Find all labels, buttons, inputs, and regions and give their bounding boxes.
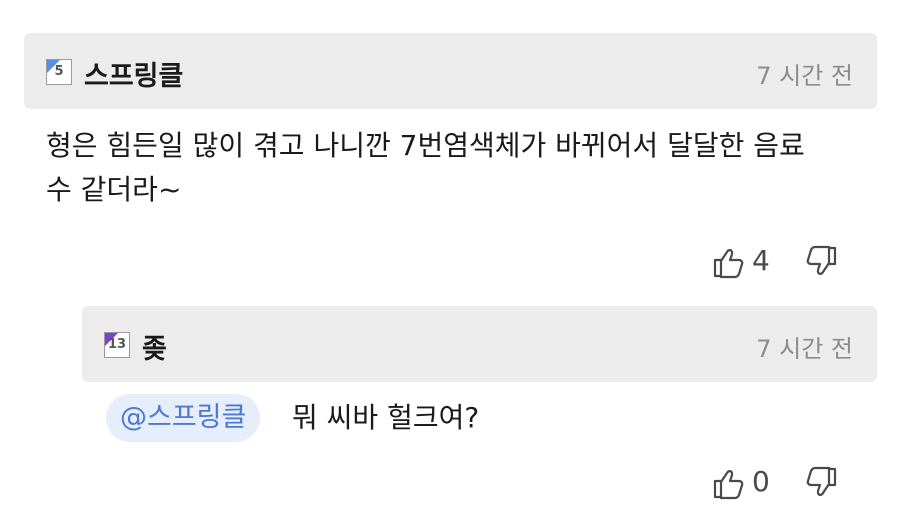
like-count: 0 xyxy=(752,465,770,498)
author-name[interactable]: 좆 xyxy=(142,327,167,366)
reply-body: 뭐 씨바 헐크여? xyxy=(292,401,480,434)
thumbs-down-icon[interactable] xyxy=(804,465,838,501)
like-count: 4 xyxy=(752,244,770,277)
level-badge: 5 xyxy=(46,59,72,85)
author-name[interactable]: 스프링클 xyxy=(84,54,183,93)
thumbs-up-icon[interactable] xyxy=(712,465,746,501)
comment-body: 형은 힘든일 많이 겪고 나니깐 7번염색체가 바뀌어서 달달한 음료 수 같더… xyxy=(46,124,876,212)
level-badge: 13 xyxy=(104,332,130,358)
reply-header: 13 좆 7 시간 전 xyxy=(82,306,877,382)
thumbs-down-icon[interactable] xyxy=(804,244,838,280)
thumbs-up-icon[interactable] xyxy=(712,244,746,280)
level-number: 13 xyxy=(107,337,127,352)
comment-time: 7 시간 전 xyxy=(756,62,853,90)
comment-text-line: 형은 힘든일 많이 겪고 나니깐 7번염색체가 바뀌어서 달달한 음료 xyxy=(46,129,805,162)
comment-time: 7 시간 전 xyxy=(756,335,853,363)
mention-chip[interactable]: @스프링클 xyxy=(106,394,261,442)
comment-text-line: 수 같더라~ xyxy=(46,173,182,206)
level-number: 5 xyxy=(54,64,64,79)
vote-actions: 0 xyxy=(712,463,852,503)
vote-actions: 4 xyxy=(712,242,852,282)
comment-header: 5 스프링클 7 시간 전 xyxy=(24,33,877,109)
